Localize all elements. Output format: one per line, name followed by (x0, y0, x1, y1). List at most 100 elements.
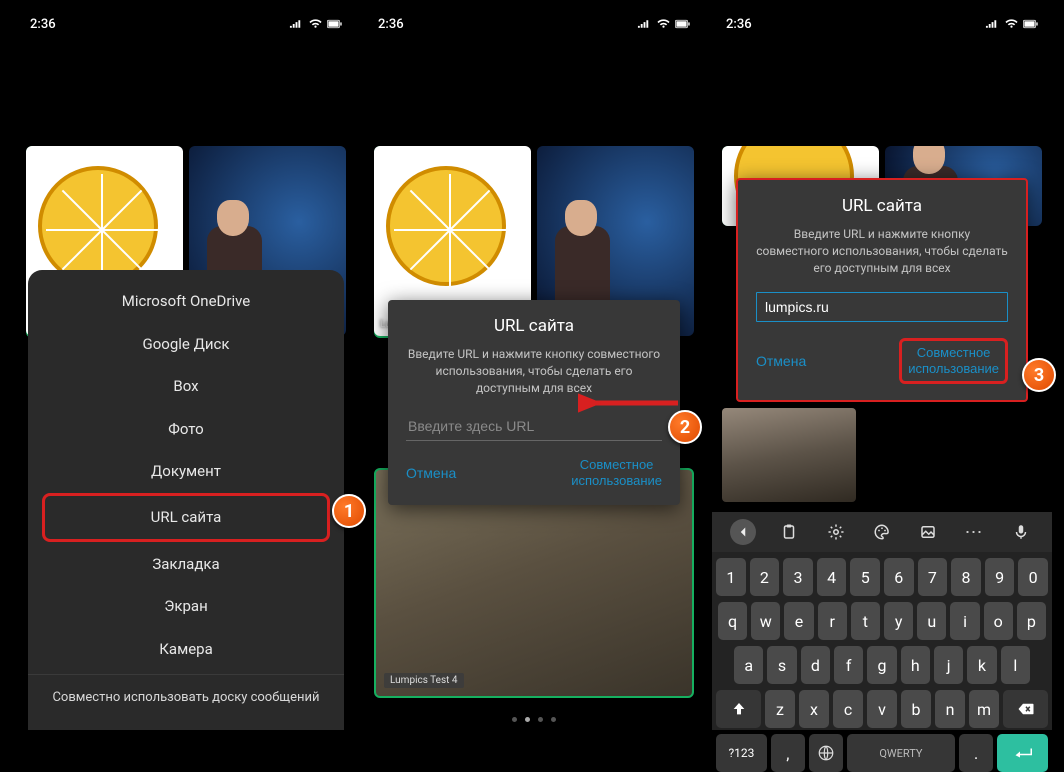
wifi-icon (308, 18, 323, 30)
dialog-body: Введите URL и нажмите кнопку совместного… (406, 346, 662, 396)
key-k[interactable]: k (967, 646, 996, 684)
backspace-key[interactable] (1003, 690, 1048, 728)
share-menu-sheet: Microsoft OneDrive Google Диск Box Фото … (28, 270, 344, 730)
key-y[interactable]: y (884, 602, 913, 640)
settings-icon[interactable] (823, 519, 849, 545)
key-d[interactable]: d (801, 646, 830, 684)
clipboard-icon[interactable] (776, 519, 802, 545)
cancel-button[interactable]: Отмена (406, 465, 456, 481)
chevron-left-icon[interactable] (730, 519, 756, 545)
key-n[interactable]: n (935, 690, 965, 728)
mic-icon[interactable] (1008, 519, 1034, 545)
status-bar: 2:36 (364, 10, 704, 38)
share-menu-site-url[interactable]: URL сайта (42, 493, 330, 541)
share-menu-screen[interactable]: Экран (28, 585, 344, 627)
url-input[interactable] (406, 412, 662, 441)
share-menu-camera[interactable]: Камера (28, 628, 344, 670)
url-input[interactable] (756, 292, 1008, 322)
room-label: Lumpics Test 4 (384, 673, 464, 688)
key-l[interactable]: l (1001, 646, 1030, 684)
key-j[interactable]: j (934, 646, 963, 684)
cellular-icon (637, 18, 652, 30)
cellular-icon (985, 18, 1000, 30)
share-menu-footer: Совместно использовать доску сообщений (28, 674, 344, 720)
keyboard: 1234567890 qwertyuiop asdfghjkl zxcvbnm … (712, 552, 1052, 730)
key-0[interactable]: 0 (1018, 558, 1048, 596)
share-menu-document[interactable]: Документ (28, 450, 344, 492)
status-time: 2:36 (30, 17, 56, 32)
keyboard-row-1: 1234567890 (716, 558, 1048, 596)
key-g[interactable]: g (867, 646, 896, 684)
callout-badge-3: 3 (1022, 358, 1056, 392)
phone-2: 2:36 Lumpi (364, 10, 704, 730)
share-menu-bookmark[interactable]: Закладка (28, 543, 344, 585)
key-q[interactable]: q (718, 602, 747, 640)
key-m[interactable]: m (969, 690, 999, 728)
status-icons (985, 18, 1038, 30)
key-u[interactable]: u (917, 602, 946, 640)
battery-icon (1023, 18, 1038, 30)
key-w[interactable]: w (751, 602, 780, 640)
key-c[interactable]: c (833, 690, 863, 728)
key-b[interactable]: b (901, 690, 931, 728)
dialog-body: Введите URL и нажмите кнопку совместного… (756, 226, 1008, 276)
phone-3: 2:36 URL сайта Введите URL и нажмите кно… (712, 10, 1052, 730)
key-e[interactable]: e (784, 602, 813, 640)
status-bar: 2:36 (712, 10, 1052, 38)
keyboard-row-3: asdfghjkl (716, 646, 1048, 684)
more-icon[interactable]: ⋯ (962, 519, 988, 545)
phone-1: 2:36 (16, 10, 356, 730)
key-v[interactable]: v (867, 690, 897, 728)
key-7[interactable]: 7 (918, 558, 948, 596)
dialog-title: URL сайта (756, 196, 1008, 216)
share-menu-box[interactable]: Box (28, 365, 344, 407)
key-z[interactable]: z (765, 690, 795, 728)
status-bar: 2:36 (16, 10, 356, 38)
battery-icon (675, 18, 690, 30)
key-4[interactable]: 4 (817, 558, 847, 596)
callout-arrow (578, 390, 682, 416)
shift-key[interactable] (716, 690, 761, 728)
key-o[interactable]: o (984, 602, 1013, 640)
key-p[interactable]: p (1017, 602, 1046, 640)
wifi-icon (1004, 18, 1019, 30)
key-2[interactable]: 2 (750, 558, 780, 596)
key-8[interactable]: 8 (951, 558, 981, 596)
cancel-button[interactable]: Отмена (756, 353, 806, 369)
share-button[interactable]: Совместноеиспользование (899, 338, 1008, 383)
keyboard-row-4: zxcvbnm (716, 690, 1048, 728)
status-time: 2:36 (726, 17, 752, 32)
key-h[interactable]: h (901, 646, 930, 684)
keyboard-row-2: qwertyuiop (716, 602, 1048, 640)
key-s[interactable]: s (767, 646, 796, 684)
key-i[interactable]: i (950, 602, 979, 640)
key-5[interactable]: 5 (850, 558, 880, 596)
share-button[interactable]: Совместноеиспользование (571, 457, 662, 488)
key-f[interactable]: f (834, 646, 863, 684)
share-menu-google-drive[interactable]: Google Диск (28, 322, 344, 364)
key-r[interactable]: r (818, 602, 847, 640)
key-6[interactable]: 6 (884, 558, 914, 596)
status-icons (289, 18, 342, 30)
callout-badge-2: 2 (668, 410, 702, 444)
share-menu-onedrive[interactable]: Microsoft OneDrive (28, 280, 344, 322)
key-1[interactable]: 1 (716, 558, 746, 596)
cellular-icon (289, 18, 304, 30)
key-9[interactable]: 9 (985, 558, 1015, 596)
callout-badge-1: 1 (332, 494, 366, 528)
image-icon[interactable] (915, 519, 941, 545)
palette-icon[interactable] (869, 519, 895, 545)
share-menu-photo[interactable]: Фото (28, 407, 344, 449)
key-t[interactable]: t (851, 602, 880, 640)
page-indicator (512, 717, 556, 722)
room-thumbnail[interactable] (722, 408, 856, 502)
key-3[interactable]: 3 (783, 558, 813, 596)
key-a[interactable]: a (734, 646, 763, 684)
status-icons (637, 18, 690, 30)
wifi-icon (656, 18, 671, 30)
keyboard-toolbar: ⋯ (712, 512, 1052, 552)
key-x[interactable]: x (799, 690, 829, 728)
url-dialog: URL сайта Введите URL и нажмите кнопку с… (736, 178, 1028, 402)
dialog-title: URL сайта (406, 316, 662, 336)
battery-icon (327, 18, 342, 30)
